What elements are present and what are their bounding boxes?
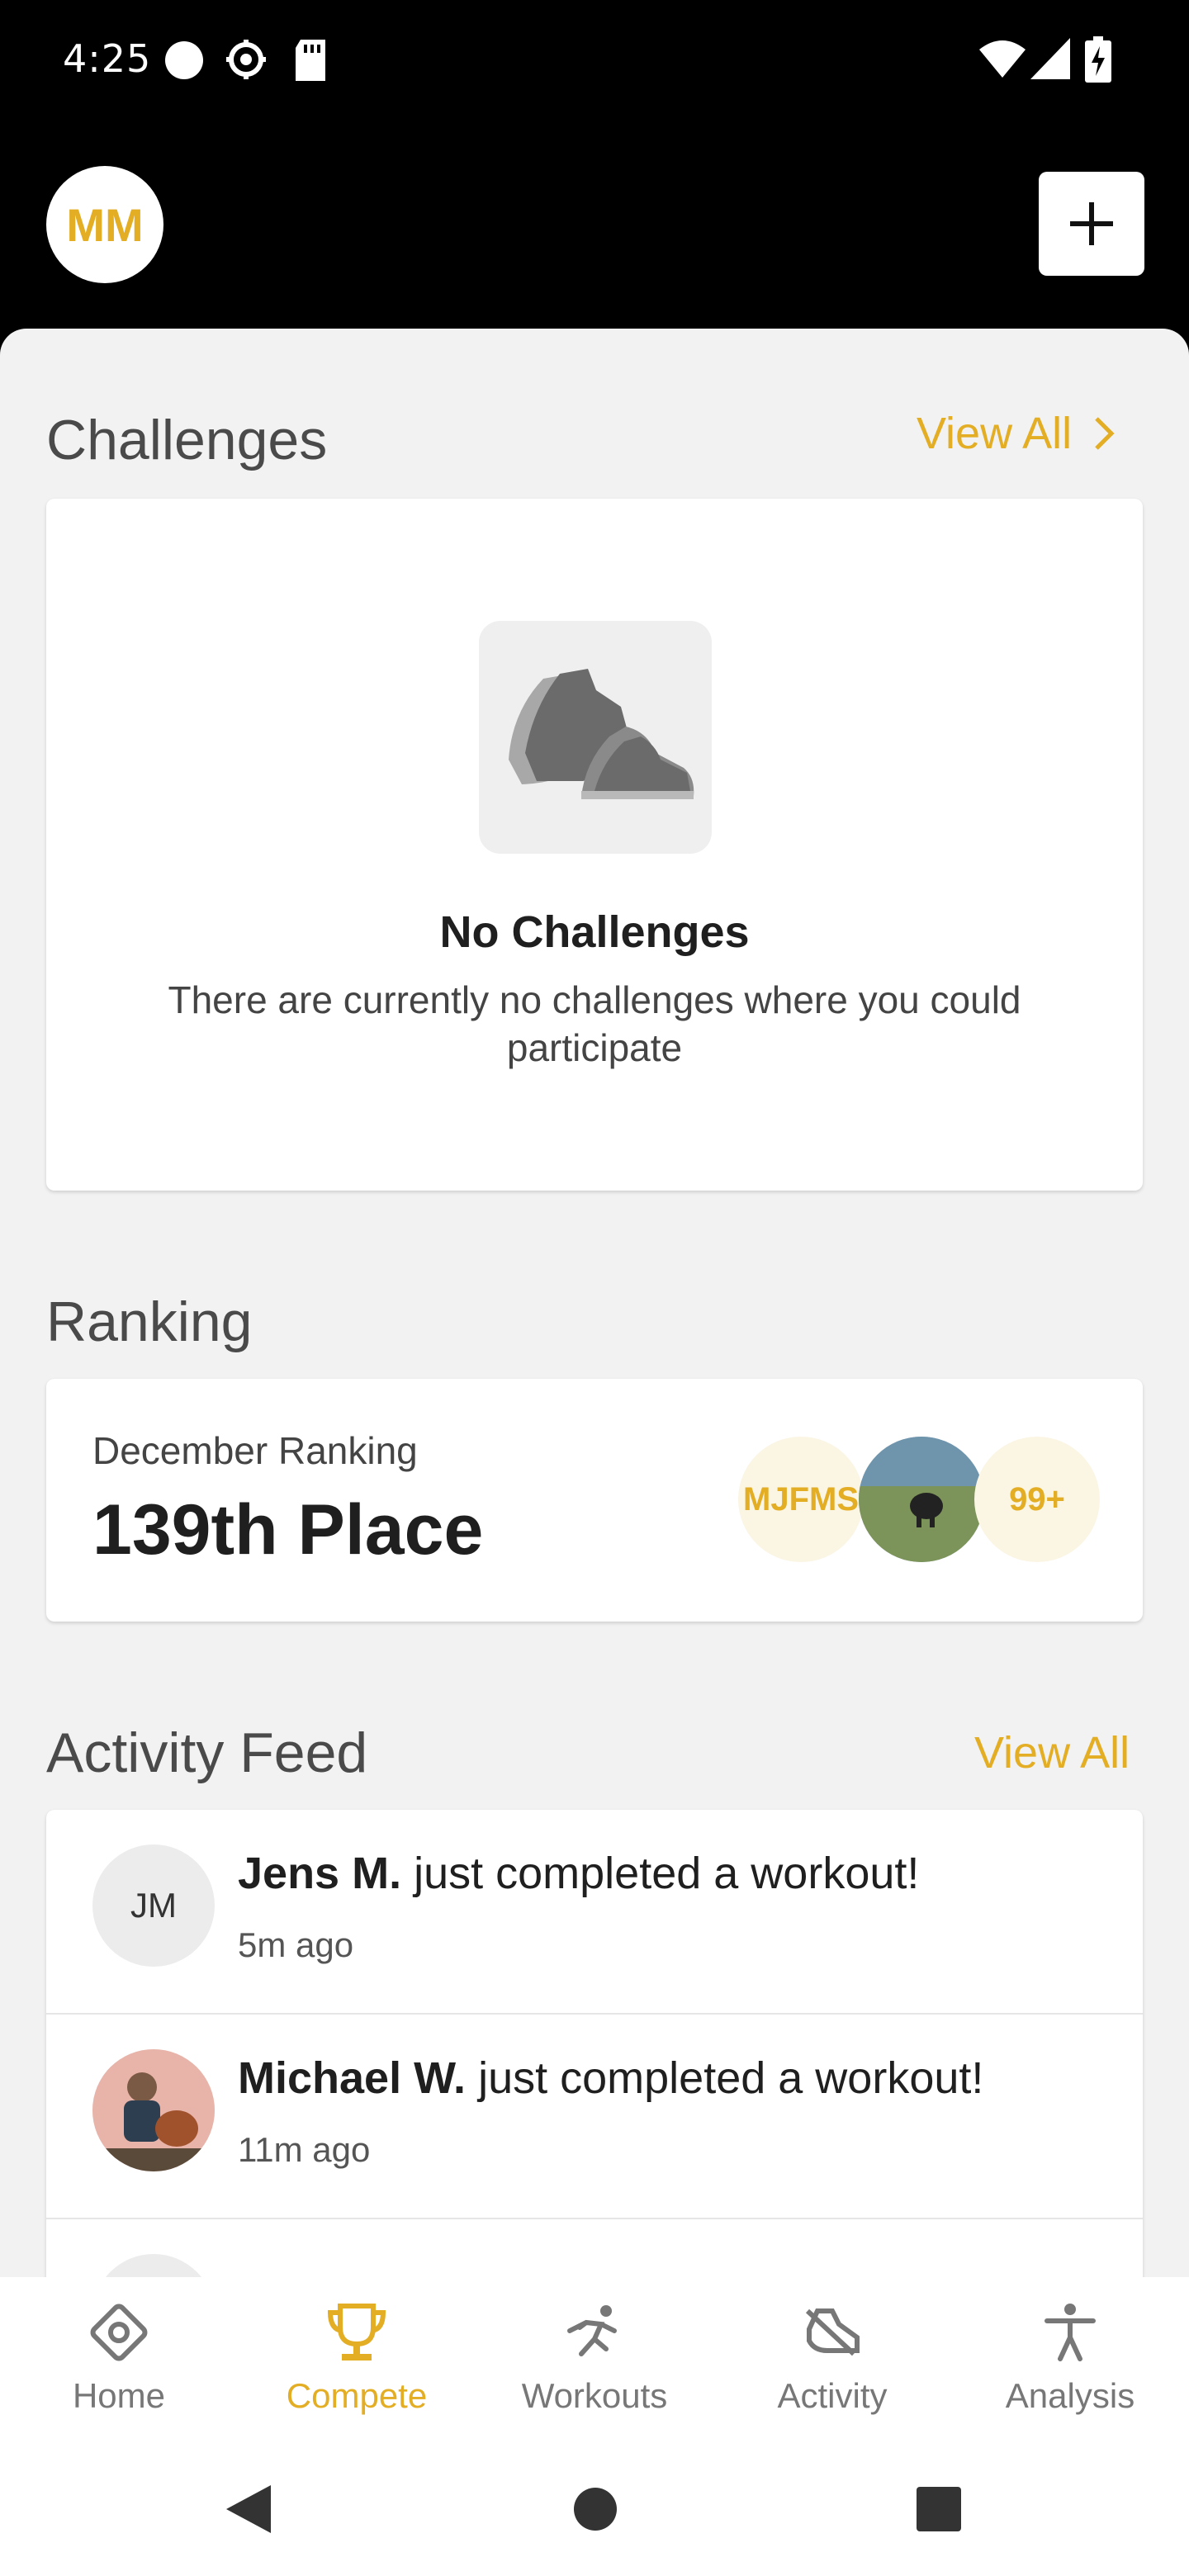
empty-challenges-illustration (479, 621, 712, 854)
feed-avatar (92, 2254, 215, 2277)
trophy-icon (320, 2295, 394, 2370)
nav-home[interactable]: Home (0, 2277, 238, 2442)
gear-icon (226, 40, 266, 79)
feed-action: just completed a workout! (478, 2053, 984, 2103)
sd-card-icon (296, 40, 325, 81)
challenges-card: No Challenges There are currently no cha… (46, 499, 1143, 1191)
feed-title: Activity Feed (46, 1721, 368, 1784)
feed-item[interactable]: Michael W. just completed a workout! 11m… (46, 2015, 1143, 2219)
ranking-participant-bubble: MJFMS (738, 1437, 864, 1562)
cell-signal-icon (1030, 38, 1070, 79)
person-icon (1033, 2295, 1107, 2370)
feed-view-all-link[interactable]: View All (974, 1727, 1130, 1778)
bottom-navigation: Home Compete Workouts Activity Analysis (0, 2277, 1189, 2442)
feed-view-all-label: View All (974, 1728, 1130, 1778)
battery-charging-icon (1085, 36, 1111, 83)
add-button[interactable] (1039, 172, 1144, 276)
ranking-more-bubble: 99+ (974, 1437, 1100, 1562)
feed-item-text: Michael W. just completed a workout! (238, 2053, 983, 2104)
feed-item-partial[interactable] (46, 2219, 1143, 2277)
feed-item[interactable]: JM Jens M. just completed a workout! 5m … (46, 1810, 1143, 2015)
feed-avatar: JM (92, 1844, 215, 1967)
runner-icon (557, 2295, 632, 2370)
status-bar: 4:25 (0, 0, 1189, 120)
nav-compete[interactable]: Compete (238, 2277, 476, 2442)
feed-avatar-photo (92, 2049, 215, 2171)
empty-challenges-title: No Challenges (439, 907, 750, 957)
nav-workouts[interactable]: Workouts (476, 2277, 713, 2442)
feed-action: just completed a workout! (414, 1849, 920, 1898)
nav-activity-label: Activity (777, 2376, 888, 2415)
activity-shoe-icon (795, 2295, 869, 2370)
home-icon (82, 2295, 156, 2370)
home-circle-icon[interactable] (573, 2487, 618, 2531)
nav-home-label: Home (72, 2376, 166, 2415)
app-header: MM (0, 120, 1189, 330)
nav-analysis[interactable]: Analysis (951, 2277, 1189, 2442)
feed-time: 5m ago (238, 1925, 354, 1964)
ranking-title: Ranking (46, 1290, 253, 1353)
feed-time: 11m ago (238, 2130, 371, 2169)
ranking-participant-photo (859, 1437, 984, 1562)
person-with-dog-photo (92, 2049, 215, 2171)
sneakers-icon (509, 669, 694, 799)
circle-notification-icon (165, 41, 203, 79)
challenges-title: Challenges (46, 409, 328, 471)
ranking-card[interactable]: December Ranking 139th Place MJFMS 99+ (46, 1379, 1143, 1622)
back-icon[interactable] (223, 2484, 272, 2535)
main-content: Challenges View All No Challenges There … (0, 329, 1189, 2277)
chevron-right-icon (1095, 417, 1115, 450)
empty-challenges-text: There are currently no challenges where … (168, 978, 1021, 1069)
nav-activity[interactable]: Activity (713, 2277, 951, 2442)
feed-user-name: Michael W. (238, 2053, 467, 2103)
nav-compete-label: Compete (286, 2376, 428, 2415)
profile-avatar[interactable]: MM (46, 166, 163, 283)
wifi-icon (979, 40, 1026, 78)
ranking-value: 139th Place (92, 1490, 484, 1570)
system-navigation-bar (0, 2442, 1189, 2576)
challenges-view-all-label: View All (917, 409, 1073, 458)
plus-icon (1070, 202, 1113, 245)
recents-square-icon[interactable] (917, 2487, 961, 2531)
feed-item-text: Jens M. just completed a workout! (238, 1848, 919, 1899)
elephant-photo (859, 1437, 984, 1562)
ranking-label: December Ranking (92, 1429, 418, 1472)
nav-analysis-label: Analysis (1005, 2376, 1135, 2415)
feed-card: JM Jens M. just completed a workout! 5m … (46, 1810, 1143, 2277)
nav-workouts-label: Workouts (521, 2376, 668, 2415)
status-time: 4:25 (63, 36, 152, 81)
challenges-view-all-link[interactable]: View All (917, 408, 1116, 459)
feed-user-name: Jens M. (238, 1849, 402, 1898)
